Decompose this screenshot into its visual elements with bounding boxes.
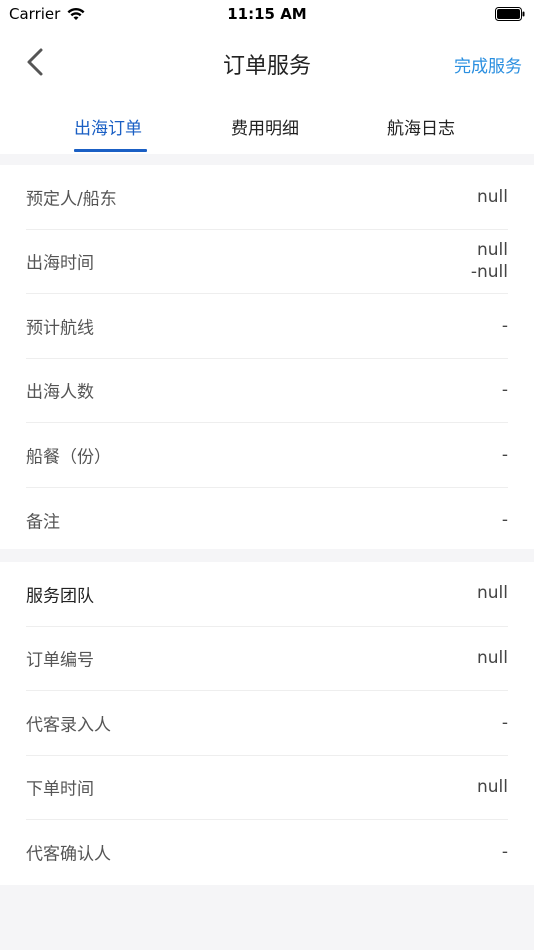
outing-time-label: 出海时间 — [26, 253, 94, 274]
list-item: 预计航线 - — [26, 294, 508, 359]
remarks-value: - — [501, 509, 508, 530]
complete-service-button[interactable]: 完成服务 — [454, 52, 522, 77]
tab-voyage-log[interactable]: 航海日志 — [387, 114, 455, 139]
planned-route-label: 预计航线 — [26, 318, 94, 339]
booker-label: 预定人/船东 — [26, 189, 117, 210]
outing-time-start: null — [477, 240, 508, 261]
order-time-value: null — [477, 777, 508, 798]
proxy-confirm-label: 代客确认人 — [26, 844, 111, 865]
navigation-bar: 订单服务 完成服务 — [0, 28, 534, 96]
service-info-section: 服务团队 null 订单编号 null 代客录入人 - 下单时间 null 代客… — [0, 562, 534, 885]
service-team-label: 服务团队 — [26, 586, 94, 607]
proxy-confirm-value: - — [501, 842, 508, 863]
list-item: 下单时间 null — [26, 756, 508, 820]
planned-route-value: - — [501, 315, 508, 336]
proxy-entry-label: 代客录入人 — [26, 715, 111, 736]
list-item: 代客确认人 - — [26, 820, 508, 885]
clock: 11:15 AM — [227, 5, 307, 23]
list-item: 出海时间 null -null — [26, 230, 508, 294]
battery-icon — [495, 7, 525, 21]
outing-time-end: -null — [470, 262, 508, 283]
list-item: 预定人/船东 null — [26, 165, 508, 230]
list-item: 备注 - — [26, 488, 508, 553]
status-bar: Carrier 11:15 AM — [0, 0, 534, 28]
list-item: 出海人数 - — [26, 359, 508, 423]
order-number-value: null — [477, 648, 508, 669]
remarks-label: 备注 — [26, 512, 60, 533]
tab-fee-details[interactable]: 费用明细 — [231, 114, 299, 139]
boat-meal-label: 船餐（份） — [26, 447, 111, 468]
service-team-value: null — [477, 583, 508, 603]
outing-time-value: null -null — [471, 239, 508, 283]
proxy-entry-value: - — [501, 712, 508, 733]
passenger-count-value: - — [501, 380, 508, 401]
order-number-label: 订单编号 — [26, 650, 94, 671]
list-item: 服务团队 null — [26, 562, 508, 627]
booker-value: null — [477, 186, 508, 207]
list-item: 代客录入人 - — [26, 691, 508, 756]
boat-meal-value: - — [501, 444, 508, 465]
active-tab-indicator — [74, 149, 147, 152]
tab-outing-order[interactable]: 出海订单 — [74, 114, 142, 139]
tab-bar: 出海订单 费用明细 航海日志 — [0, 96, 534, 154]
order-info-section: 预定人/船东 null 出海时间 null -null 预计航线 - 出海人数 … — [0, 165, 534, 549]
order-time-label: 下单时间 — [26, 779, 94, 800]
list-item: 船餐（份） - — [26, 423, 508, 488]
list-item: 订单编号 null — [26, 627, 508, 691]
passenger-count-label: 出海人数 — [26, 382, 94, 403]
